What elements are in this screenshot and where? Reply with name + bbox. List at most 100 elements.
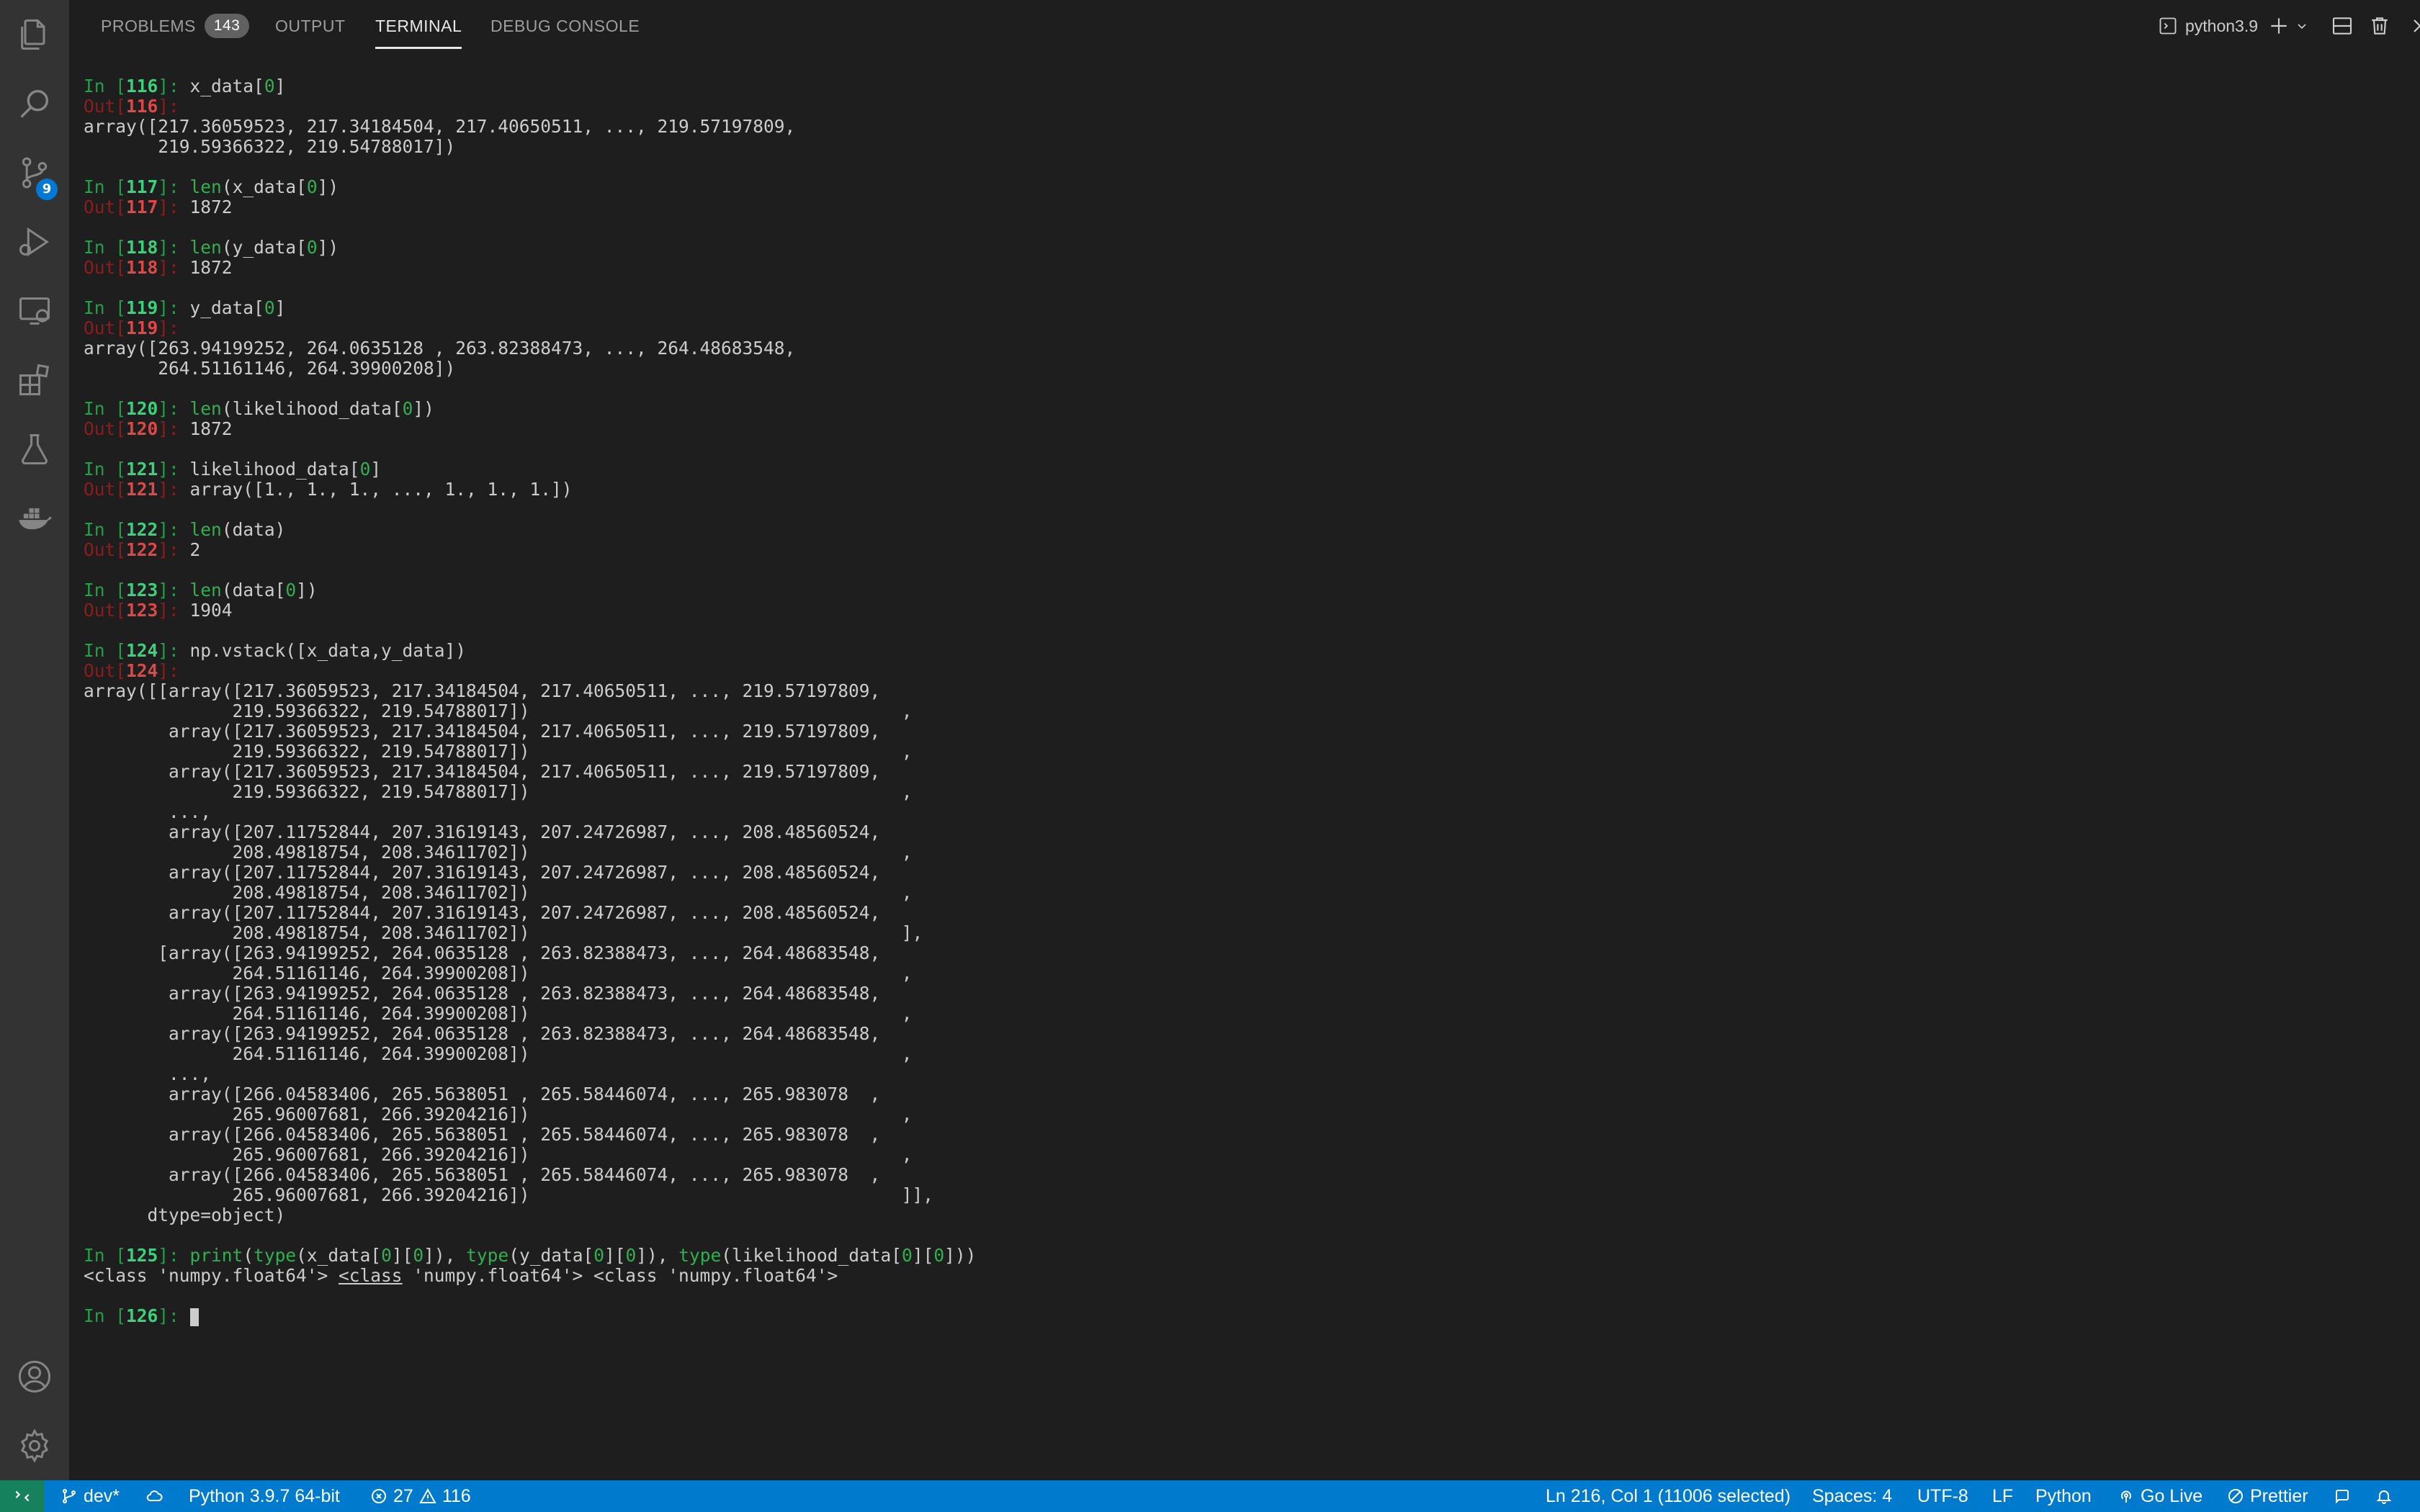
- terminal-text: 208.49818754, 208.34611702]) ,: [84, 882, 913, 903]
- terminal-text: 118: [126, 237, 158, 258]
- maximize-panel-icon[interactable]: [2406, 13, 2420, 39]
- remote-explorer-icon[interactable]: [0, 276, 69, 346]
- terminal-line: ...,: [84, 802, 2406, 822]
- terminal-text: In [: [84, 76, 127, 96]
- python-interpreter[interactable]: Python 3.9.7 64-bit: [189, 1480, 340, 1512]
- terminal-line: array([207.11752844, 207.31619143, 207.2…: [84, 822, 2406, 842]
- cursor-position[interactable]: Ln 216, Col 1 (11006 selected): [1546, 1480, 1791, 1512]
- tab-debug-console[interactable]: DEBUG CONSOLE: [490, 0, 640, 52]
- terminal-text: Out[: [84, 418, 127, 439]
- feedback-icon[interactable]: [2334, 1480, 2357, 1512]
- files-icon[interactable]: [0, 0, 69, 69]
- terminal-line: Out[121]: array([1., 1., 1., ..., 1., 1.…: [84, 480, 2406, 500]
- terminal-line: 264.51161146, 264.39900208]): [84, 359, 2406, 379]
- terminal-line: In [121]: likelihood_data[0]: [84, 459, 2406, 480]
- status-bar: dev* Python 3.9.7 64-bit 27 116 Ln 216, …: [0, 1480, 2420, 1512]
- terminal-instance[interactable]: python3.9: [2158, 13, 2258, 39]
- terminal-text: len: [189, 176, 222, 197]
- docker-icon[interactable]: [0, 484, 69, 553]
- terminal-text: array([207.11752844, 207.31619143, 207.2…: [84, 862, 881, 883]
- error-icon: [372, 1489, 386, 1503]
- tab-output-label: OUTPUT: [275, 17, 346, 35]
- kill-terminal-icon[interactable]: [2368, 13, 2391, 39]
- terminal-text: array([263.94199252, 264.0635128 , 263.8…: [84, 983, 881, 1004]
- terminal-line: In [122]: len(data): [84, 520, 2406, 540]
- terminal-text: ]: [274, 76, 286, 96]
- terminal-text: In [: [84, 176, 127, 197]
- warning-icon: [419, 1488, 436, 1503]
- notifications-bell-icon[interactable]: [2375, 1480, 2398, 1512]
- encoding-label: UTF-8: [1917, 1486, 1968, 1506]
- terminal-text: ]:: [158, 459, 190, 480]
- terminal-text: (likelihood_data[: [721, 1245, 902, 1266]
- terminal-line: Out[118]: 1872: [84, 258, 2406, 278]
- terminal-text: x_data[: [189, 76, 264, 96]
- terminal-text: len: [189, 237, 222, 258]
- terminal-text: ]:: [158, 297, 190, 318]
- terminal-line: In [119]: y_data[0]: [84, 298, 2406, 318]
- terminal-icon: [2159, 17, 2177, 35]
- split-terminal-icon[interactable]: [2331, 13, 2354, 39]
- terminal-text: 123: [126, 580, 158, 600]
- terminal-text: ]:: [158, 640, 190, 661]
- tab-problems[interactable]: PROBLEMS 143: [101, 0, 250, 52]
- terminal-text: 0: [902, 1245, 913, 1266]
- terminal-text: likelihood_data[: [189, 459, 360, 480]
- launch-profile-chevron-icon[interactable]: [2293, 13, 2311, 39]
- terminal-output[interactable]: In [116]: x_data[0] Out[116]: array([217.3…: [84, 76, 2406, 1469]
- extensions-icon[interactable]: [0, 346, 69, 415]
- prettier-status[interactable]: Prettier: [2227, 1480, 2308, 1512]
- testing-icon[interactable]: [0, 415, 69, 484]
- tab-terminal[interactable]: TERMINAL: [375, 0, 462, 52]
- terminal-text: dtype=object): [84, 1205, 286, 1225]
- terminal-text: 122: [126, 519, 158, 540]
- terminal-line: In [120]: len(likelihood_data[0]): [84, 399, 2406, 419]
- terminal-line: In [126]:: [84, 1306, 2406, 1326]
- terminal-text: 120: [126, 398, 158, 419]
- python-interpreter-label: Python 3.9.7 64-bit: [189, 1486, 340, 1506]
- terminal-text: Out[: [84, 539, 127, 560]
- source-control-badge: 9: [36, 179, 58, 200]
- terminal-text: (x_data[: [221, 176, 307, 197]
- sync-status[interactable]: [145, 1480, 169, 1512]
- terminal-text: array([266.04583406, 265.5638051 , 265.5…: [84, 1164, 881, 1185]
- terminal-text: Out[: [84, 96, 127, 117]
- terminal-text: Out[: [84, 479, 127, 500]
- terminal-text: 264.51161146, 264.39900208]) ,: [84, 1003, 913, 1024]
- terminal-text: <class: [339, 1265, 403, 1286]
- terminal-text: 123: [126, 600, 158, 621]
- terminal-text: In [: [84, 1245, 127, 1266]
- terminal-line: Out[124]:: [84, 661, 2406, 681]
- problems-status[interactable]: 27 116: [370, 1480, 471, 1512]
- remote-indicator[interactable]: [0, 1480, 45, 1512]
- terminal-text: 264.51161146, 264.39900208]): [84, 358, 456, 379]
- encoding[interactable]: UTF-8: [1917, 1480, 1968, 1512]
- terminal-text: ...,: [84, 1063, 212, 1084]
- source-control-icon[interactable]: 9: [0, 138, 69, 207]
- terminal-text: ]:: [158, 519, 190, 540]
- terminal-text: 265.96007681, 266.39204216]) ,: [84, 1104, 913, 1125]
- settings-gear-icon[interactable]: [0, 1411, 69, 1480]
- go-live-button[interactable]: Go Live: [2118, 1480, 2202, 1512]
- tab-output[interactable]: OUTPUT: [275, 0, 346, 52]
- search-icon[interactable]: [0, 69, 69, 138]
- account-icon[interactable]: [0, 1342, 69, 1411]
- new-terminal-icon[interactable]: [2267, 13, 2290, 39]
- terminal-text: (x_data[: [296, 1245, 382, 1266]
- terminal-text: (y_data[: [221, 237, 307, 258]
- terminal-line: array([266.04583406, 265.5638051 , 265.5…: [84, 1084, 2406, 1104]
- terminal-text: 219.59366322, 219.54788017]) ,: [84, 701, 913, 721]
- indentation[interactable]: Spaces: 4: [1812, 1480, 1892, 1512]
- terminal-text: ]:: [158, 318, 179, 338]
- terminal-text: array([217.36059523, 217.34184504, 217.4…: [84, 116, 796, 137]
- branch-status[interactable]: dev*: [60, 1480, 120, 1512]
- terminal-line: In [116]: x_data[0]: [84, 76, 2406, 96]
- run-debug-icon[interactable]: [0, 207, 69, 276]
- error-count: 27: [393, 1486, 413, 1506]
- terminal-text: array([[array([217.36059523, 217.3418450…: [84, 680, 881, 701]
- terminal-text: In [: [84, 398, 127, 419]
- terminal-text: 265.96007681, 266.39204216]) ,: [84, 1144, 913, 1165]
- terminal-line: Out[123]: 1904: [84, 600, 2406, 621]
- end-of-line[interactable]: LF: [1992, 1480, 2013, 1512]
- language-mode[interactable]: Python: [2035, 1480, 2092, 1512]
